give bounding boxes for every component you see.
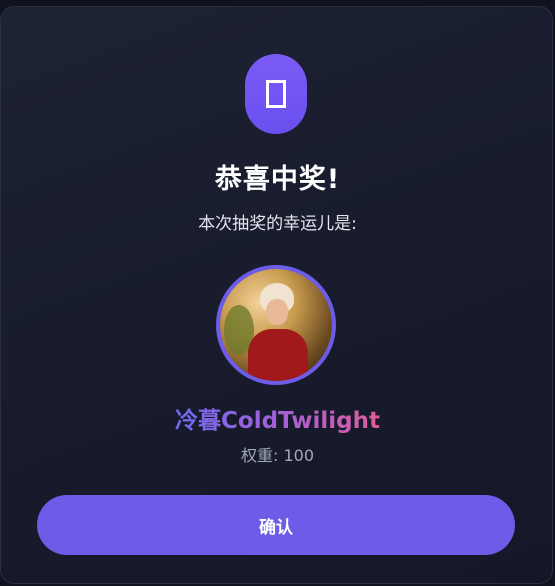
winner-avatar-ring [216, 265, 336, 385]
avatar [220, 269, 332, 381]
dialog-title: 恭喜中奖! [214, 164, 341, 195]
confirm-button[interactable]: 确认 [37, 495, 515, 555]
winner-name: 冷暮ColdTwilight [1, 401, 554, 435]
trophy-badge [245, 54, 307, 134]
winner-name-text: 冷暮ColdTwilight [175, 408, 380, 434]
winner-weight: 权重: 100 [240, 446, 315, 465]
lottery-result-dialog: 恭喜中奖! 本次抽奖的幸运儿是: 冷暮ColdTwilight 权重: 100 … [0, 6, 553, 584]
dialog-subtitle: 本次抽奖的幸运儿是: [198, 214, 357, 234]
trophy-icon [266, 80, 286, 108]
